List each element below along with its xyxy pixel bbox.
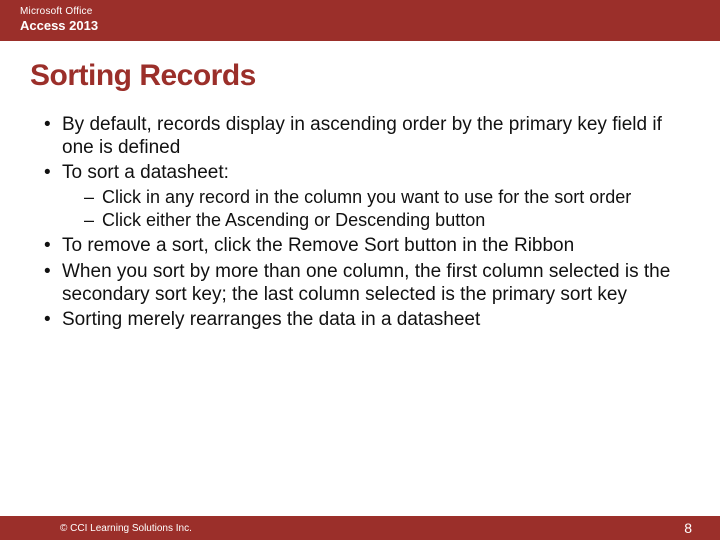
bullet-text: By default, records display in ascending…	[62, 114, 662, 158]
sub-bullet-text: Click in any record in the column you wa…	[102, 187, 631, 207]
bullet-item: When you sort by more than one column, t…	[40, 260, 680, 306]
bullet-item: Sorting merely rearranges the data in a …	[40, 308, 680, 331]
bullet-text: When you sort by more than one column, t…	[62, 261, 670, 305]
bullet-item: To sort a datasheet: Click in any record…	[40, 161, 680, 232]
copyright-label: © CCI Learning Solutions Inc.	[60, 523, 192, 534]
slide-content: By default, records display in ascending…	[0, 101, 720, 516]
product-label: Access 2013	[20, 18, 700, 33]
sub-bullet-item: Click either the Ascending or Descending…	[62, 210, 680, 232]
sub-bullet-text: Click either the Ascending or Descending…	[102, 210, 485, 230]
bullet-text: To remove a sort, click the Remove Sort …	[62, 235, 574, 256]
page-number: 8	[684, 520, 692, 536]
bullet-item: To remove a sort, click the Remove Sort …	[40, 234, 680, 257]
bullet-text: To sort a datasheet:	[62, 162, 229, 183]
bullet-item: By default, records display in ascending…	[40, 113, 680, 159]
bullet-text: Sorting merely rearranges the data in a …	[62, 309, 480, 330]
brand-label: Microsoft Office	[20, 6, 700, 17]
sub-bullet-item: Click in any record in the column you wa…	[62, 187, 680, 209]
slide-title: Sorting Records	[0, 41, 720, 101]
slide-header: Microsoft Office Access 2013	[0, 0, 720, 41]
slide-footer: © CCI Learning Solutions Inc. 8	[0, 516, 720, 540]
